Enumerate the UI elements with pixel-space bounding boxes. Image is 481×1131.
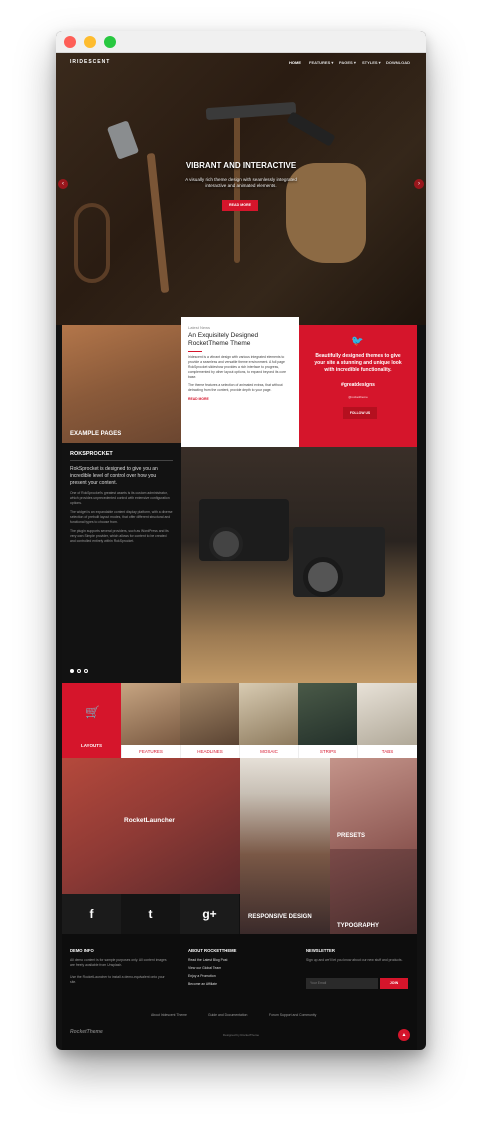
rocketlauncher-tile[interactable]	[62, 758, 240, 894]
axe-head-image	[106, 120, 140, 160]
facebook-icon[interactable]: f	[62, 894, 121, 934]
camera-lens-image	[303, 557, 343, 597]
window-titlebar	[56, 31, 426, 53]
demo-info-heading: DEMO INFO	[70, 948, 94, 953]
cart-icon: 🛒	[85, 705, 100, 719]
newsletter-text: Sign up and we'll let you know about our…	[306, 958, 403, 962]
twitter-hashtag[interactable]: #greatdesigns	[299, 382, 417, 388]
demo-info-text: All demo content is for sample purposes …	[70, 958, 167, 967]
news-divider	[188, 351, 202, 352]
strips-tab[interactable]: STRIPS	[298, 745, 357, 758]
headlines-tab[interactable]: HEADLINES	[180, 745, 239, 758]
pagination-dot[interactable]	[77, 669, 81, 673]
nav-download[interactable]: DOWNLOAD	[386, 60, 410, 65]
roksprocket-paragraph: One of RokSprocket's greatest assets is …	[70, 491, 170, 505]
newsletter-heading: NEWSLETTER	[306, 948, 335, 953]
roksprocket-paragraph: The plugin supports several providers, s…	[70, 529, 169, 543]
layouts-tile[interactable]: 🛒 LAYOUTS	[62, 683, 121, 758]
follow-us-button[interactable]: FOLLOW US	[343, 407, 377, 419]
nav-pages[interactable]: PAGES ▾	[339, 60, 356, 65]
roksprocket-lead: RokSprocket is designed to give you an i…	[70, 466, 158, 486]
headlines-thumbnail[interactable]	[180, 683, 239, 745]
maximize-window-button[interactable]	[104, 36, 116, 48]
join-button[interactable]: JOIN	[380, 978, 408, 989]
twitter-text: Beautifully designed themes to give your…	[314, 353, 402, 373]
footer-bottom-link[interactable]: Forum Support and Community	[269, 1013, 316, 1017]
strips-thumbnail[interactable]	[298, 683, 357, 745]
typography-label[interactable]: TYPOGRAPHY	[337, 923, 379, 929]
back-to-top-icon[interactable]: ▲	[398, 1029, 410, 1041]
roksprocket-panel: ROKSPROCKET RokSprocket is designed to g…	[62, 443, 181, 683]
pliers-image	[74, 203, 110, 283]
email-input[interactable]: Your Email	[306, 978, 378, 989]
pagination-dot-active[interactable]	[70, 669, 74, 673]
twitter-icon[interactable]: t	[121, 894, 180, 934]
layouts-label: LAYOUTS	[80, 743, 103, 748]
site-logo[interactable]: IRIDESCENT	[70, 59, 110, 65]
example-pages-label[interactable]: EXAMPLE PAGES	[70, 431, 121, 437]
web-page: IRIDESCENT HOME FEATURES ▾ PAGES ▾ STYLE…	[56, 53, 426, 1050]
features-tab[interactable]: FEATURES	[121, 745, 180, 758]
designed-by-text: Designed by RocketTheme	[222, 1033, 260, 1037]
hero-title: VIBRANT AND INTERACTIVE	[185, 161, 297, 170]
demo-info-text: Use the RocketLauncher to install a demo…	[70, 975, 165, 984]
pagination-dot[interactable]	[84, 669, 88, 673]
top-navigation: IRIDESCENT HOME FEATURES ▾ PAGES ▾ STYLE…	[56, 53, 426, 73]
news-read-more-link[interactable]: READ MORE	[188, 397, 292, 401]
chevron-right-icon[interactable]: ›	[414, 179, 424, 189]
about-heading: ABOUT ROCKETTHEME	[188, 948, 237, 953]
presets-label[interactable]: PRESETS	[337, 833, 365, 839]
mosaic-thumbnail[interactable]	[239, 683, 298, 745]
hammer-head-image	[205, 101, 297, 121]
chevron-left-icon[interactable]: ‹	[58, 179, 68, 189]
hero-text: A visually rich theme design with seamle…	[185, 177, 297, 188]
roksprocket-title: ROKSPROCKET	[70, 451, 173, 461]
news-title[interactable]: An Exquisitely Designed RocketTheme Them…	[188, 332, 292, 348]
features-thumbnail[interactable]	[121, 683, 180, 745]
google-plus-icon[interactable]: g+	[180, 894, 239, 934]
twitter-icon: 🐦	[351, 336, 364, 347]
footer-bottom-link[interactable]: About Iridescent Theme	[151, 1013, 187, 1017]
tabs-tab[interactable]: TABS	[357, 745, 417, 758]
minimize-window-button[interactable]	[84, 36, 96, 48]
footer-link[interactable]: View our Global Team	[188, 966, 221, 970]
rocketlauncher-label[interactable]: RocketLauncher	[124, 817, 175, 824]
hero-slide: IRIDESCENT HOME FEATURES ▾ PAGES ▾ STYLE…	[56, 53, 426, 325]
news-kicker: Latest News	[188, 325, 211, 330]
twitter-handle[interactable]: @rockettheme	[299, 395, 417, 399]
hero-read-more-button[interactable]: READ MORE	[222, 200, 258, 211]
example-pages-image[interactable]	[62, 325, 181, 443]
footer-link[interactable]: Enjoy a Promotion	[188, 974, 216, 978]
twitter-panel: 🐦 Beautifully designed themes to give yo…	[299, 325, 417, 447]
footer-link[interactable]: Read the Latest Blog Post	[188, 958, 227, 962]
mosaic-tab[interactable]: MOSAIC	[239, 745, 298, 758]
news-card: Latest News An Exquisitely Designed Rock…	[181, 317, 299, 453]
tabs-thumbnail[interactable]	[357, 683, 417, 745]
cameras-image	[181, 447, 417, 683]
close-window-button[interactable]	[64, 36, 76, 48]
browser-window: IRIDESCENT HOME FEATURES ▾ PAGES ▾ STYLE…	[56, 31, 426, 1050]
footer-bottom-link[interactable]: Guide and Documentation	[208, 1013, 247, 1017]
typography-tile[interactable]	[330, 849, 417, 934]
camera-lens-image	[209, 527, 243, 561]
footer-link[interactable]: Become an Affiliate	[188, 982, 217, 986]
news-paragraph: Iridescent is a vibrant design with vari…	[188, 355, 287, 379]
nav-home[interactable]: HOME	[289, 60, 301, 65]
nav-features[interactable]: FEATURES ▾	[309, 60, 333, 65]
nav-styles[interactable]: STYLES ▾	[362, 60, 381, 65]
axe-handle-image	[146, 152, 170, 294]
roksprocket-paragraph: The widget is an expandable content disp…	[70, 510, 173, 524]
tool-image	[286, 111, 336, 147]
responsive-design-tile[interactable]	[240, 758, 330, 934]
news-paragraph: The theme features a selection of animat…	[188, 383, 283, 392]
responsive-design-label[interactable]: RESPONSIVE DESIGN	[248, 914, 318, 921]
